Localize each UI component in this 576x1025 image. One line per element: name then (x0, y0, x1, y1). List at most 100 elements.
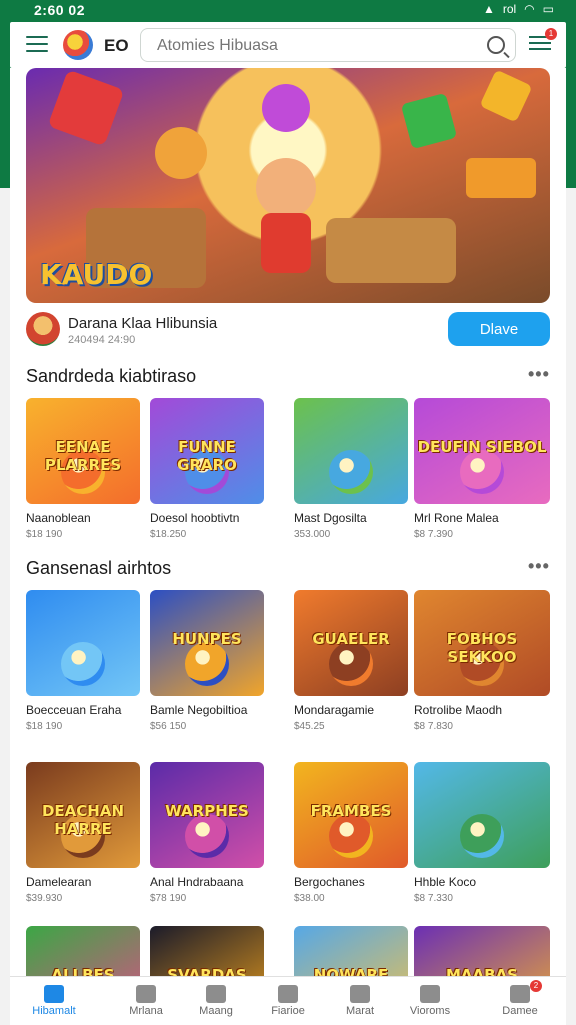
game-thumbnail[interactable]: ALLBES (26, 926, 140, 976)
game-name: Mast Dgosilta (294, 511, 367, 525)
game-thumbnail[interactable]: WARPHES (150, 762, 264, 868)
game-art-title: DEUFIN SIEBOL (417, 438, 547, 457)
store-icon (136, 985, 156, 1003)
status-bar: 2:60 02 ▲ rol ◠ ▭ (0, 0, 576, 20)
game-card[interactable]: SVARDAS (150, 926, 264, 976)
game-price: $8 7.330 (414, 893, 453, 904)
featured-subtitle: 240494 24:90 (68, 334, 136, 346)
game-name: Naanoblean (26, 511, 91, 525)
search-input[interactable] (155, 36, 479, 56)
game-price: $18 190 (26, 721, 63, 732)
game-card[interactable]: GUAELER Mondaragamie $45.25 (294, 590, 408, 732)
game-card[interactable]: FRAMBES Bergochanes $38.00 (294, 762, 408, 904)
nav-label: Mrlana (129, 1005, 163, 1017)
game-card[interactable]: WARPHES Anal Hndrabaana $78 190 (150, 762, 264, 904)
status-time: 2:60 02 (34, 2, 85, 18)
character-art (329, 814, 373, 858)
game-price: $18.250 (150, 529, 187, 540)
game-art-title: NOWARE (313, 966, 389, 976)
bell-icon (350, 985, 370, 1003)
character-art (61, 642, 105, 686)
game-name: Mrl Rone Malea (414, 511, 499, 525)
featured-title: Darana Klaa Hlibunsia (68, 315, 218, 332)
game-art-title: SVARDAS (167, 966, 247, 976)
game-card[interactable]: DEUFIN SIEBOL Mrl Rone Malea $8 7.390 (414, 398, 550, 540)
game-name: Mondaragamie (294, 703, 375, 717)
nav-item-marat[interactable]: Marat (320, 977, 400, 1025)
game-card[interactable]: FUNNE GRARO Doesol hoobtivtn $18.250 (150, 398, 264, 540)
game-card[interactable]: ALLBES (26, 926, 140, 976)
section-title-0: Sandrdeda kiabtiraso (26, 366, 197, 386)
game-thumbnail[interactable]: MAABAS (414, 926, 550, 976)
game-thumbnail[interactable]: FUNNE GRARO (150, 398, 264, 504)
game-card[interactable]: DEACHAN HARRE Damelearan $39.930 (26, 762, 140, 904)
nav-label: Marat (345, 1005, 375, 1017)
nav-item-hibamalt[interactable]: Hibamalt (14, 977, 94, 1025)
nav-item-mrlana[interactable]: Mrlana (106, 977, 186, 1025)
location-icon: ▲ (482, 2, 495, 16)
cart-icon[interactable]: 1 (529, 28, 557, 54)
game-thumbnail[interactable]: SVARDAS (150, 926, 264, 976)
cart-badge: 1 (545, 28, 557, 40)
game-thumbnail[interactable]: FOBHOS SEKKOO (414, 590, 550, 696)
nav-label: Maang (199, 1005, 233, 1017)
game-card[interactable]: FOBHOS SEKKOO Rotrolibe Maodh $8 7.830 (414, 590, 550, 732)
game-art-title: HUNPES (172, 630, 242, 649)
featured-avatar[interactable] (26, 312, 60, 346)
play-button[interactable]: Dlave (448, 312, 550, 346)
game-thumbnail[interactable]: FRAMBES (294, 762, 408, 868)
game-price: $8 7.390 (414, 529, 453, 540)
search-icon (206, 985, 226, 1003)
game-price: $38.00 (294, 893, 325, 904)
list-icon (278, 985, 298, 1003)
game-thumbnail[interactable]: HUNPES (150, 590, 264, 696)
search-bar[interactable] (140, 28, 516, 62)
game-card[interactable]: Boecceuan Eraha $18 190 (26, 590, 140, 732)
game-art-title: GUAELER (312, 630, 390, 649)
game-art-title: DEACHAN HARRE (41, 802, 125, 839)
more-options-icon[interactable]: ••• (528, 364, 550, 385)
nav-item-damee[interactable]: Damee 2 (480, 977, 560, 1025)
status-icons: ▲ rol ◠ ▭ (483, 2, 554, 16)
game-thumbnail[interactable]: DEUFIN SIEBOL (414, 398, 550, 504)
app-logo[interactable] (63, 30, 93, 60)
nav-item-fiarioe[interactable]: Fiarioe (248, 977, 328, 1025)
main-content[interactable]: KAUDO Darana Klaa Hlibunsia 240494 24:90… (10, 68, 566, 976)
nav-item-maang[interactable]: Maang (176, 977, 256, 1025)
game-name: Hhble Koco (414, 875, 477, 889)
game-thumbnail[interactable] (414, 762, 550, 868)
game-price: $8 7.830 (414, 721, 453, 732)
game-card[interactable]: Mast Dgosilta 353.000 (294, 398, 408, 540)
search-icon[interactable] (487, 36, 505, 54)
game-card[interactable]: MAABAS (414, 926, 550, 976)
character-art (329, 642, 373, 686)
game-price: $39.930 (26, 893, 63, 904)
menu-icon[interactable] (26, 36, 48, 54)
bookmark-icon (420, 985, 440, 1003)
game-thumbnail[interactable]: NOWARE (294, 926, 408, 976)
character-art (185, 642, 229, 686)
nav-label: Vioroms (409, 1005, 451, 1017)
game-card[interactable]: NOWARE (294, 926, 408, 976)
character-art (460, 814, 504, 858)
game-name: Doesol hoobtivtn (150, 511, 240, 525)
game-art-title: ALLBES (51, 966, 115, 976)
game-thumbnail[interactable] (294, 398, 408, 504)
more-options-icon[interactable]: ••• (528, 556, 550, 577)
game-price: $56 150 (150, 721, 187, 732)
game-card[interactable]: EENAE PLARRES Naanoblean $18 190 (26, 398, 140, 540)
game-card[interactable]: HUNPES Bamle Negobiltioa $56 150 (150, 590, 264, 732)
nav-item-vioroms[interactable]: Vioroms (390, 977, 470, 1025)
game-thumbnail[interactable]: DEACHAN HARRE (26, 762, 140, 868)
banner-logo: KAUDO (40, 258, 153, 291)
game-card[interactable]: Hhble Koco $8 7.330 (414, 762, 550, 904)
nav-label: Fiarioe (271, 1005, 305, 1017)
game-thumbnail[interactable] (26, 590, 140, 696)
game-art-title: FOBHOS SEKKOO (446, 630, 518, 667)
game-art-title: WARPHES (165, 802, 249, 821)
featured-banner[interactable]: KAUDO (26, 68, 550, 303)
game-thumbnail[interactable]: GUAELER (294, 590, 408, 696)
notification-badge: 2 (530, 980, 542, 992)
carrier-label: rol (502, 2, 517, 16)
game-thumbnail[interactable]: EENAE PLARRES (26, 398, 140, 504)
